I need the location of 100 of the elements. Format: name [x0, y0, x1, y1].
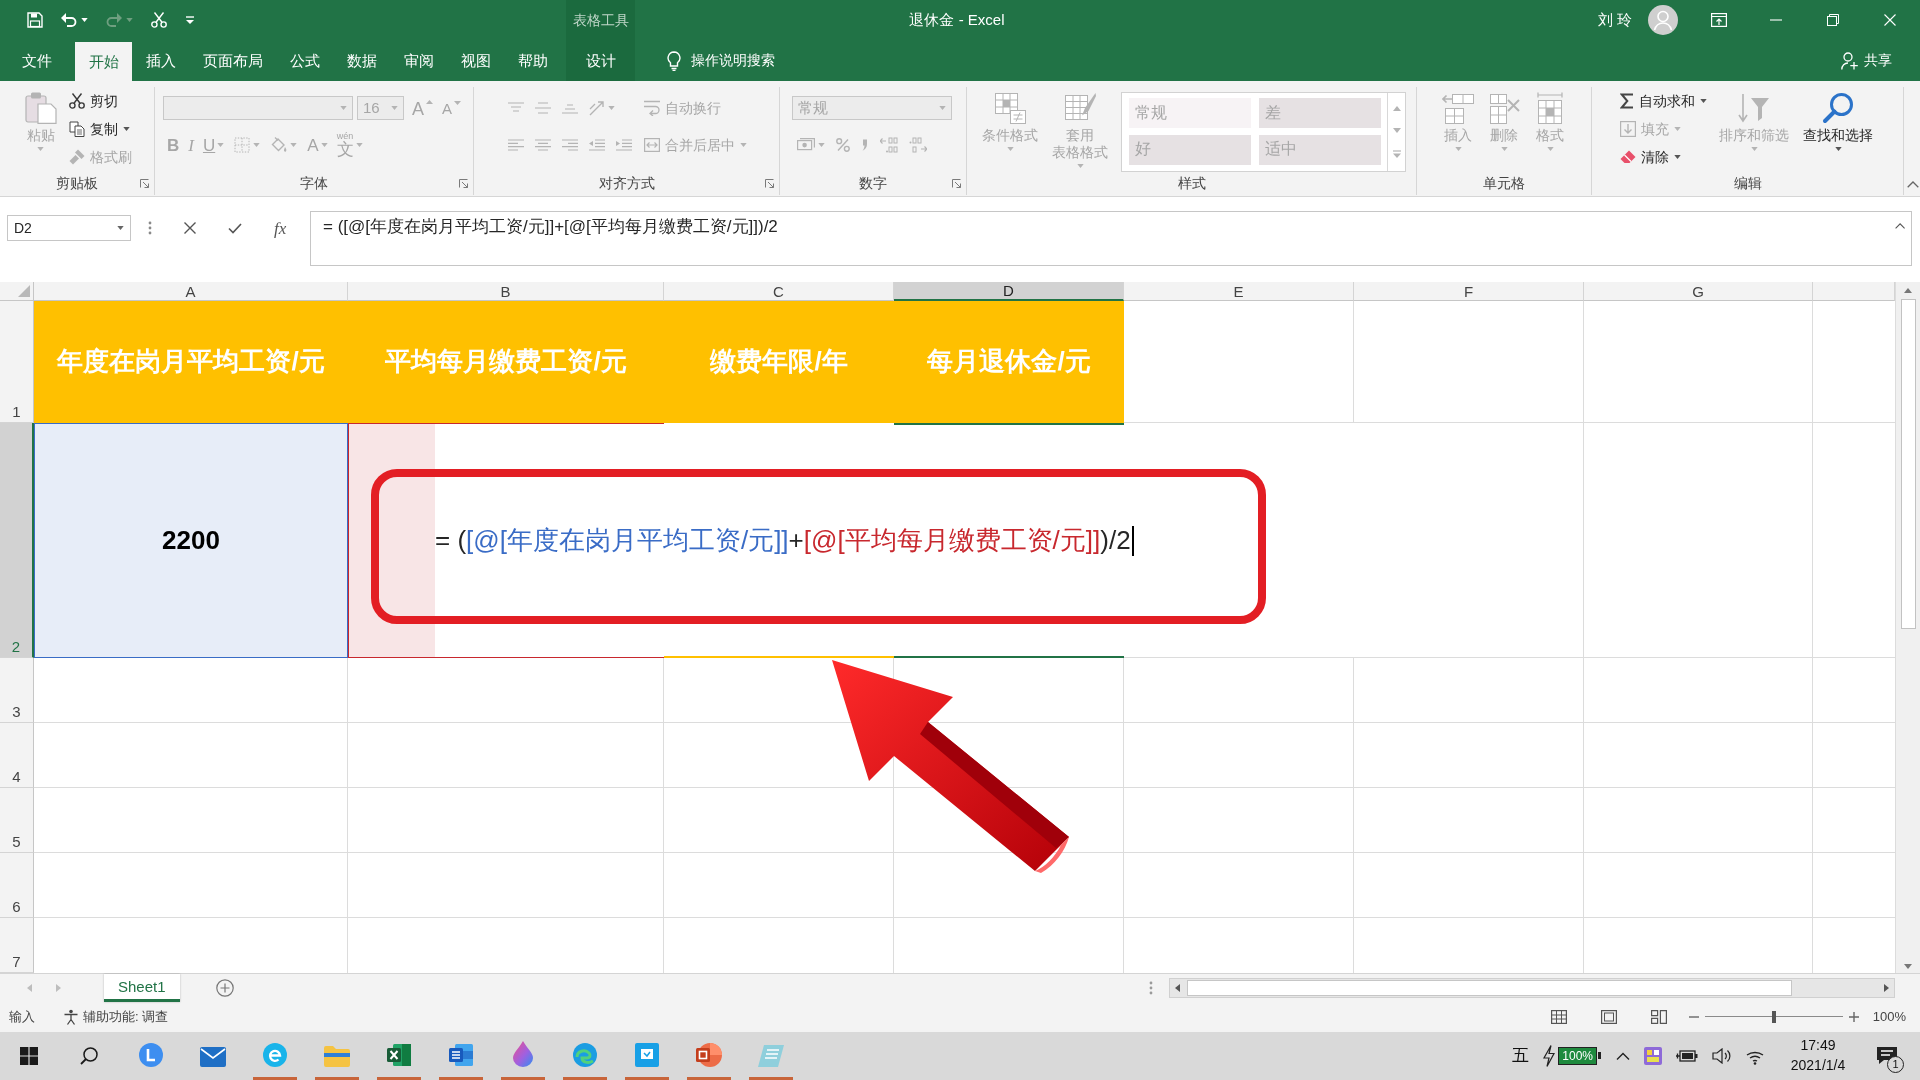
tray-app-icon[interactable]	[1644, 1047, 1662, 1065]
ribbon-tab[interactable]: 数据	[333, 40, 390, 81]
column-header[interactable]: B	[348, 282, 664, 301]
spreadsheet-app-icon[interactable]	[387, 1043, 411, 1067]
customize-icon[interactable]	[185, 16, 195, 24]
zoom-in-icon[interactable]	[1848, 1012, 1859, 1022]
browser-icon[interactable]	[263, 1043, 287, 1067]
ribbon-tab[interactable]: 文件	[8, 40, 65, 81]
horizontal-scrollbar[interactable]	[1169, 978, 1895, 998]
chevron-up-icon[interactable]	[1616, 1052, 1630, 1060]
drop-icon[interactable]	[513, 1041, 533, 1067]
eraser-icon	[1620, 150, 1636, 164]
ribbon-tab[interactable]: 审阅	[390, 40, 447, 81]
scroll-left-icon[interactable]	[1175, 984, 1180, 992]
column-header[interactable]: C	[664, 282, 894, 301]
normal-view-icon[interactable]	[1550, 1010, 1567, 1024]
column-header[interactable]: G	[1584, 282, 1813, 301]
collapse-icon[interactable]	[1907, 181, 1919, 188]
autosum-button[interactable]: 自动求和	[1617, 91, 1710, 111]
column-header[interactable]: E	[1124, 282, 1354, 301]
user-name[interactable]: 刘 玲	[1597, 10, 1632, 30]
table-header-cell: 平均每月缴费工资/元	[348, 301, 664, 423]
ribbon-tab[interactable]: 页面布局	[189, 40, 276, 81]
undo-icon[interactable]	[61, 13, 77, 27]
avatar-icon[interactable]	[1648, 5, 1678, 35]
close-icon[interactable]	[1883, 14, 1896, 26]
circle-app-icon[interactable]	[139, 1043, 163, 1067]
swirl-browser-icon[interactable]	[573, 1043, 597, 1067]
sigma-icon	[1620, 93, 1634, 109]
column-header[interactable]: F	[1354, 282, 1584, 301]
insert-function-button[interactable]: fx	[274, 219, 287, 237]
scroll-thumb[interactable]	[1187, 980, 1792, 996]
minimize-icon[interactable]	[1769, 19, 1782, 21]
page-break-icon[interactable]	[1650, 1010, 1667, 1024]
tell-me-search[interactable]: 操作说明搜索	[661, 40, 781, 81]
ribbon-display-icon[interactable]	[1710, 13, 1727, 27]
check-icon[interactable]	[228, 222, 242, 234]
document-app-icon[interactable]	[449, 1043, 473, 1067]
window-app-icon[interactable]	[635, 1043, 659, 1067]
dialog-launcher-icon[interactable]	[952, 178, 961, 188]
row-header[interactable]: 1	[0, 301, 34, 423]
input-mode-button[interactable]: 五	[1512, 1044, 1530, 1068]
charging-icon	[1543, 1045, 1556, 1067]
sheet-tab[interactable]: Sheet1	[104, 974, 180, 1002]
vertical-scrollbar[interactable]	[1895, 282, 1920, 973]
zoom-thumb[interactable]	[1771, 1011, 1776, 1023]
ribbon-tab[interactable]: 视图	[447, 40, 504, 81]
search-icon[interactable]	[80, 1047, 98, 1065]
dialog-launcher-icon[interactable]	[140, 178, 149, 188]
cancel-icon[interactable]	[184, 222, 196, 234]
row-header[interactable]: 2	[0, 423, 34, 658]
presentation-app-icon[interactable]	[696, 1043, 722, 1067]
column-header[interactable]: A	[34, 282, 348, 301]
windows-icon[interactable]	[20, 1047, 38, 1065]
wrap-text-icon	[644, 100, 660, 116]
volume-icon[interactable]	[1712, 1048, 1732, 1064]
dialog-launcher-icon[interactable]	[765, 178, 774, 188]
formula-bar-field[interactable]: = ([@[年度在岗月平均工资/元]]+[@[平均每月缴费工资/元]])/2	[310, 211, 1912, 266]
table-header-cell: 缴费年限/年	[664, 301, 894, 423]
page-layout-icon[interactable]	[1600, 1010, 1617, 1024]
restore-icon[interactable]	[1826, 14, 1839, 26]
folder-icon[interactable]	[324, 1045, 350, 1067]
drag-handle-icon[interactable]	[1149, 981, 1153, 995]
clock-date[interactable]: 2021/1/4	[1790, 1056, 1846, 1076]
select-all-icon[interactable]	[18, 285, 30, 297]
row-header[interactable]: 7	[0, 918, 34, 973]
find-select-button[interactable]: 查找和选择	[1798, 87, 1878, 171]
row-header[interactable]: 5	[0, 788, 34, 853]
save-icon[interactable]	[27, 12, 43, 28]
collapse-icon[interactable]	[1894, 223, 1905, 229]
scroll-right-icon[interactable]	[1884, 984, 1889, 992]
column-header[interactable]: D	[894, 282, 1124, 301]
scissors-icon[interactable]	[151, 12, 167, 28]
accessibility-status[interactable]: 辅助功能: 调查	[57, 1007, 175, 1027]
ribbon-tab[interactable]: 设计	[566, 40, 635, 81]
ribbon-tab[interactable]: 公式	[276, 40, 333, 81]
window-title: 退休金 - Excel	[908, 10, 1006, 31]
ribbon-tab[interactable]: 开始	[75, 42, 132, 81]
clock-time[interactable]: 17:49	[1800, 1036, 1836, 1056]
cut-button[interactable]: 剪切	[65, 91, 121, 111]
copy-button[interactable]: 复制	[65, 119, 133, 139]
dialog-launcher-icon[interactable]	[459, 178, 468, 188]
drag-handle-icon[interactable]	[148, 221, 152, 235]
accessibility-icon	[63, 1009, 79, 1025]
row-header[interactable]: 3	[0, 658, 34, 723]
battery-icon[interactable]	[1676, 1049, 1698, 1063]
row-header[interactable]: 6	[0, 853, 34, 918]
scroll-up-icon[interactable]	[1904, 288, 1912, 293]
scroll-down-icon[interactable]	[1904, 964, 1912, 969]
share-button[interactable]: 共享	[1835, 40, 1898, 81]
ribbon-tab[interactable]: 帮助	[504, 40, 561, 81]
name-box[interactable]: D2	[7, 215, 131, 241]
group-label: 样式	[1177, 173, 1206, 193]
clear-button[interactable]: 清除	[1617, 147, 1684, 167]
row-header[interactable]: 4	[0, 723, 34, 788]
mail-icon[interactable]	[200, 1047, 226, 1067]
zoom-level[interactable]: 100%	[1872, 1008, 1906, 1026]
ribbon-tab[interactable]: 插入	[132, 40, 189, 81]
scroll-thumb[interactable]	[1900, 299, 1916, 629]
add-icon[interactable]	[215, 979, 234, 997]
